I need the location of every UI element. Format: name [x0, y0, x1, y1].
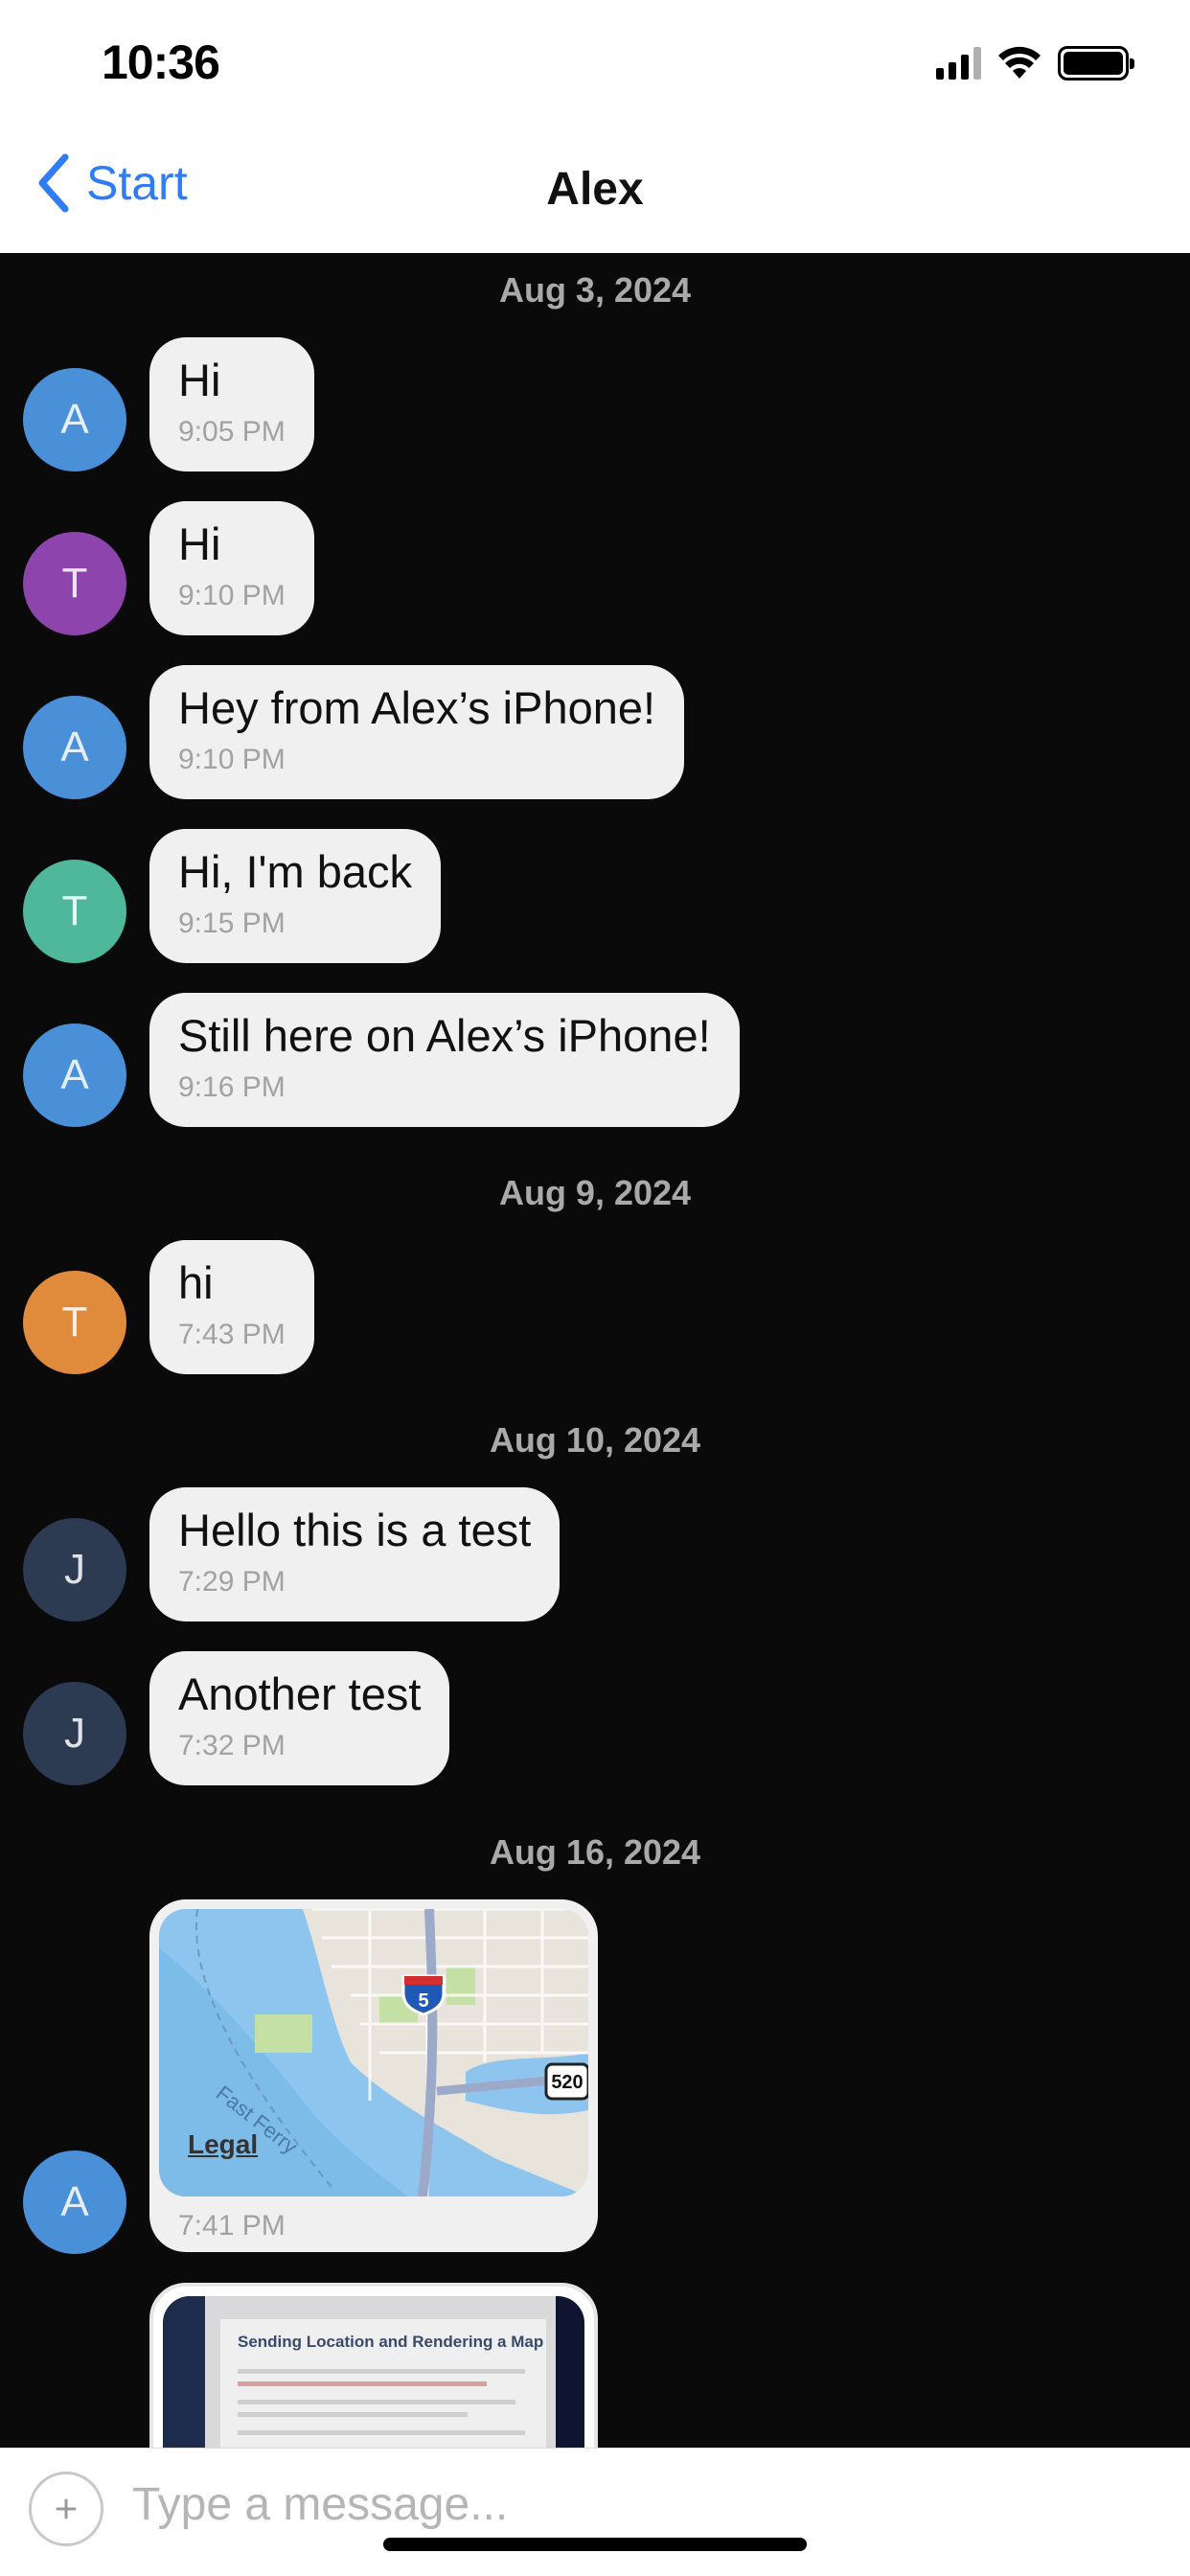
message-text: Hi [178, 518, 221, 569]
message-time: 7:29 PM [178, 1566, 286, 1598]
image-message-bubble[interactable]: Sending Location and Rendering a Map [149, 2283, 598, 2448]
message-time: 9:16 PM [178, 1071, 286, 1103]
avatar-initial: A [60, 396, 89, 443]
message-text: Hello this is a test [178, 1505, 532, 1555]
add-attachment-icon[interactable] [29, 2472, 103, 2546]
message-bubble[interactable]: Another test 7:32 PM [149, 1651, 450, 1785]
date-header: Aug 16, 2024 [489, 1832, 701, 1872]
message-time: 7:32 PM [178, 1730, 286, 1761]
battery-icon [1058, 46, 1134, 80]
cellular-signal-icon [936, 47, 981, 80]
conversation-title: Alex [546, 164, 644, 215]
photo-thumbnail[interactable]: Sending Location and Rendering a Map [163, 2296, 584, 2448]
avatar-initial: T [61, 560, 88, 607]
date-header: Aug 10, 2024 [489, 1420, 701, 1460]
message-time: 9:05 PM [178, 416, 286, 448]
message-text: Another test [178, 1668, 422, 1719]
home-indicator [383, 2538, 807, 2551]
status-bar: 10:36 [0, 0, 1190, 125]
avatar[interactable]: J [23, 1682, 126, 1785]
avatar[interactable]: A [23, 1024, 126, 1127]
map-image[interactable]: 5 520 Fast Ferry Legal [159, 1909, 588, 2196]
avatar-initial: T [61, 887, 88, 934]
date-header: Aug 3, 2024 [498, 270, 692, 310]
photo-document-title: Sending Location and Rendering a Map [238, 2333, 544, 2351]
message-text: hi [178, 1257, 214, 1308]
route-label: 520 [551, 2072, 583, 2093]
message-bubble[interactable]: Hello this is a test 7:29 PM [149, 1487, 561, 1622]
wifi-icon [998, 46, 1041, 79]
interstate-shield-icon: 5 [401, 1974, 446, 2016]
message-bubble[interactable]: Hi, I'm back 9:15 PM [149, 829, 442, 963]
message-input[interactable] [132, 2468, 1148, 2541]
date-header: Aug 9, 2024 [498, 1173, 692, 1212]
avatar[interactable]: T [23, 1271, 126, 1374]
avatar[interactable]: J [23, 1518, 126, 1622]
status-icons [936, 44, 1134, 82]
avatar-initial: T [61, 1299, 88, 1346]
avatar[interactable]: A [23, 368, 126, 472]
message-bubble[interactable]: Hi 9:10 PM [149, 501, 314, 635]
avatar-initial: J [64, 1710, 85, 1757]
message-bubble[interactable]: hi 7:43 PM [149, 1240, 314, 1374]
avatar[interactable]: A [23, 2150, 126, 2254]
route-shield-icon: 520 [544, 2062, 588, 2101]
message-time: 7:43 PM [178, 1319, 286, 1350]
status-time: 10:36 [102, 35, 220, 89]
avatar-initial: A [60, 724, 89, 770]
map-legal-link[interactable]: Legal [188, 2129, 258, 2160]
message-time: 9:15 PM [178, 908, 286, 939]
message-text: Still here on Alex’s iPhone! [178, 1010, 711, 1061]
avatar[interactable]: T [23, 860, 126, 963]
avatar-initial: A [60, 2178, 89, 2225]
message-input-bar [0, 2448, 1190, 2576]
interstate-label: 5 [418, 1990, 428, 2012]
message-list[interactable]: Aug 3, 2024 A Hi 9:05 PM T Hi 9:10 PM A … [0, 253, 1190, 2448]
message-text: Hi, I'm back [178, 846, 413, 897]
avatar[interactable]: A [23, 696, 126, 799]
message-time: 9:10 PM [178, 580, 286, 611]
navigation-bar: Start Alex [0, 125, 1190, 253]
map-message-bubble[interactable]: 5 520 Fast Ferry Legal 7:41 PM [149, 1899, 598, 2252]
message-bubble[interactable]: Hey from Alex’s iPhone! 9:10 PM [149, 665, 685, 799]
message-time: 7:41 PM [178, 2210, 286, 2242]
message-time: 9:10 PM [178, 744, 286, 775]
avatar-initial: A [60, 1051, 89, 1098]
avatar-initial: J [64, 1546, 85, 1593]
message-bubble[interactable]: Hi 9:05 PM [149, 337, 314, 472]
message-text: Hi [178, 355, 221, 405]
message-bubble[interactable]: Still here on Alex’s iPhone! 9:16 PM [149, 993, 740, 1127]
message-text: Hey from Alex’s iPhone! [178, 682, 656, 733]
avatar[interactable]: T [23, 532, 126, 635]
